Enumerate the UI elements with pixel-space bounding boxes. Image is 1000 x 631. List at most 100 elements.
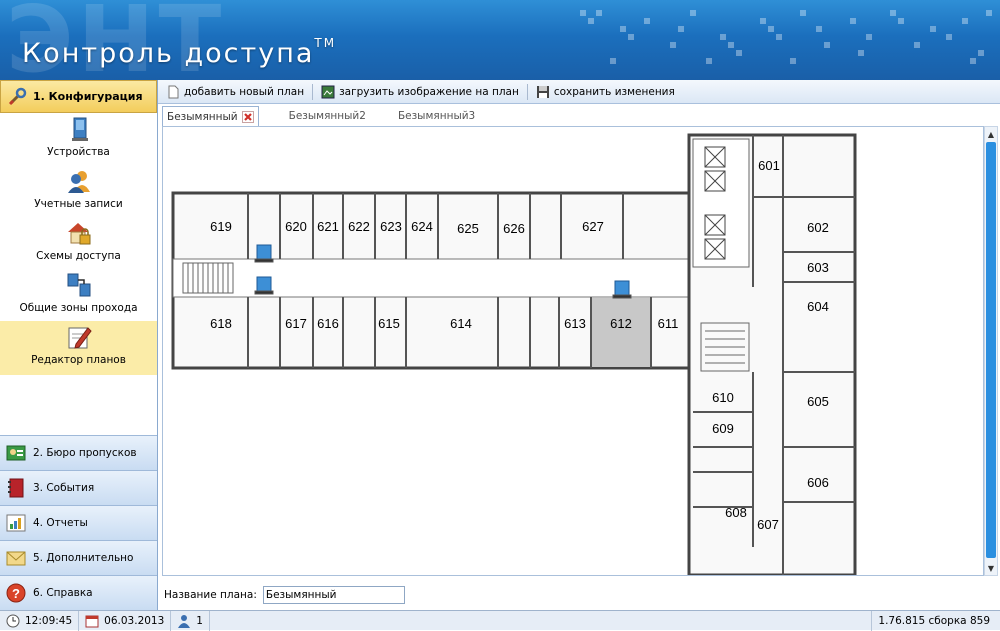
save-changes-label: сохранить изменения: [553, 85, 675, 98]
status-bar: 12:09:45 06.03.2013 1 1.76.815 сборка 85…: [0, 610, 1000, 631]
close-icon[interactable]: [241, 110, 254, 123]
sidebar-item-label: Устройства: [47, 146, 110, 158]
toolbar-separator: [526, 83, 528, 100]
device-marker-1[interactable]: [254, 244, 274, 263]
tab-label: Безымянный: [167, 110, 238, 123]
sidebar-item-accounts[interactable]: Учетные записи: [0, 165, 157, 217]
header-pixel-decoration: [580, 10, 992, 64]
calendar-icon: [85, 614, 99, 628]
floor-plan-canvas[interactable]: 619 620 621 622 623 624 625 626 627 618 …: [162, 126, 984, 576]
room-label: 617: [285, 316, 307, 331]
sidebar-item-label: Учетные записи: [34, 198, 123, 210]
save-changes-button[interactable]: сохранить изменения: [536, 85, 675, 99]
room-label: 609: [712, 421, 734, 436]
floppy-icon: [536, 85, 550, 99]
new-document-icon: [166, 85, 180, 99]
status-users-value: 1: [196, 614, 203, 627]
room-label: 616: [317, 316, 339, 331]
wrench-icon: [7, 87, 27, 107]
load-image-button[interactable]: загрузить изображение на план: [321, 85, 519, 99]
badge-icon: [6, 443, 26, 463]
floor-plan: 619 620 621 622 623 624 625 626 627 618 …: [171, 133, 857, 575]
book-icon: [6, 478, 26, 498]
scroll-thumb[interactable]: [986, 142, 996, 558]
device-marker-3[interactable]: [612, 280, 632, 299]
group-additional[interactable]: 5. Дополнительно: [0, 540, 157, 575]
group-events[interactable]: 3. События: [0, 470, 157, 505]
room-label: 605: [807, 394, 829, 409]
room-label: 627: [582, 219, 604, 234]
tab-plan-3[interactable]: Безымянный3: [386, 106, 487, 126]
status-users: 1: [171, 610, 210, 631]
user-icon: [177, 614, 191, 628]
app-title: Контроль доступаTM: [22, 36, 337, 69]
section-configuration-label: 1. Конфигурация: [33, 90, 143, 103]
scroll-up-icon[interactable]: ▲: [985, 127, 997, 141]
envelope-icon: [6, 548, 26, 568]
clock-icon: [6, 614, 20, 628]
room-label: 626: [503, 221, 525, 236]
room-label: 614: [450, 316, 472, 331]
report-icon: [6, 513, 26, 533]
room-label: 619: [210, 219, 232, 234]
app-header: ЭНТ Контроль доступаTM: [0, 0, 1000, 80]
room-label: 604: [807, 299, 829, 314]
sidebar-item-access-schemes[interactable]: Схемы доступа: [0, 217, 157, 269]
help-icon: ?: [6, 583, 26, 603]
trademark: TM: [314, 36, 337, 50]
room-label: 613: [564, 316, 586, 331]
app-title-text: Контроль доступа: [22, 38, 315, 69]
add-plan-label: добавить новый план: [184, 85, 305, 98]
scroll-down-icon[interactable]: ▼: [985, 561, 997, 575]
house-lock-icon: [66, 220, 92, 246]
status-version: 1.76.815 сборка 859: [871, 610, 1000, 631]
users-icon: [66, 168, 92, 194]
plan-name-row: Название плана:: [158, 580, 1000, 610]
vertical-scrollbar[interactable]: ▲ ▼: [984, 126, 998, 576]
sidebar-item-plan-editor[interactable]: Редактор планов: [0, 321, 157, 375]
sidebar-item-devices[interactable]: Устройства: [0, 113, 157, 165]
sidebar-item-label: Схемы доступа: [36, 250, 121, 262]
group-help[interactable]: ? 6. Справка: [0, 575, 157, 610]
room-label: 607: [757, 517, 779, 532]
section-configuration[interactable]: 1. Конфигурация: [0, 80, 157, 113]
group-reports[interactable]: 4. Отчеты: [0, 505, 157, 540]
tab-plan-2[interactable]: Безымянный2: [277, 106, 378, 126]
room-label: 608: [725, 505, 747, 520]
plan-name-input[interactable]: [262, 586, 405, 604]
elevator-block: [692, 138, 750, 268]
plan-editor-icon: [66, 324, 92, 350]
main-content: добавить новый план загрузить изображени…: [158, 80, 1000, 610]
sidebar-item-common-zones[interactable]: Общие зоны прохода: [0, 269, 157, 321]
tab-plan-1[interactable]: Безымянный: [162, 106, 259, 126]
group-label: 4. Отчеты: [33, 517, 88, 529]
svg-text:?: ?: [12, 586, 20, 601]
device-icon: [66, 116, 92, 142]
room-612-highlight[interactable]: [592, 298, 650, 367]
room-label: 621: [317, 219, 339, 234]
tab-label: Безымянный3: [397, 110, 476, 122]
room-label: 606: [807, 475, 829, 490]
add-plan-button[interactable]: добавить новый план: [166, 85, 304, 99]
sidebar: 1. Конфигурация Устройства Учетные запис…: [0, 80, 158, 610]
sidebar-item-label: Общие зоны прохода: [19, 302, 138, 314]
status-version-value: 1.76.815 сборка 859: [878, 614, 990, 627]
group-pass-bureau[interactable]: 2. Бюро пропусков: [0, 435, 157, 470]
status-time: 12:09:45: [0, 610, 80, 631]
plan-name-label: Название плана:: [164, 589, 257, 601]
room-label: 625: [457, 221, 479, 236]
room-label: 602: [807, 220, 829, 235]
room-label: 615: [378, 316, 400, 331]
group-label: 3. События: [33, 482, 95, 494]
group-label: 6. Справка: [33, 587, 93, 599]
device-marker-2[interactable]: [254, 276, 274, 295]
status-time-value: 12:09:45: [25, 614, 73, 627]
image-icon: [321, 85, 335, 99]
zones-icon: [66, 272, 92, 298]
room-label: 603: [807, 260, 829, 275]
room-label: 624: [411, 219, 433, 234]
toolbar: добавить новый план загрузить изображени…: [158, 80, 1000, 104]
room-label: 620: [285, 219, 307, 234]
room-label: 618: [210, 316, 232, 331]
toolbar-separator: [312, 83, 314, 100]
